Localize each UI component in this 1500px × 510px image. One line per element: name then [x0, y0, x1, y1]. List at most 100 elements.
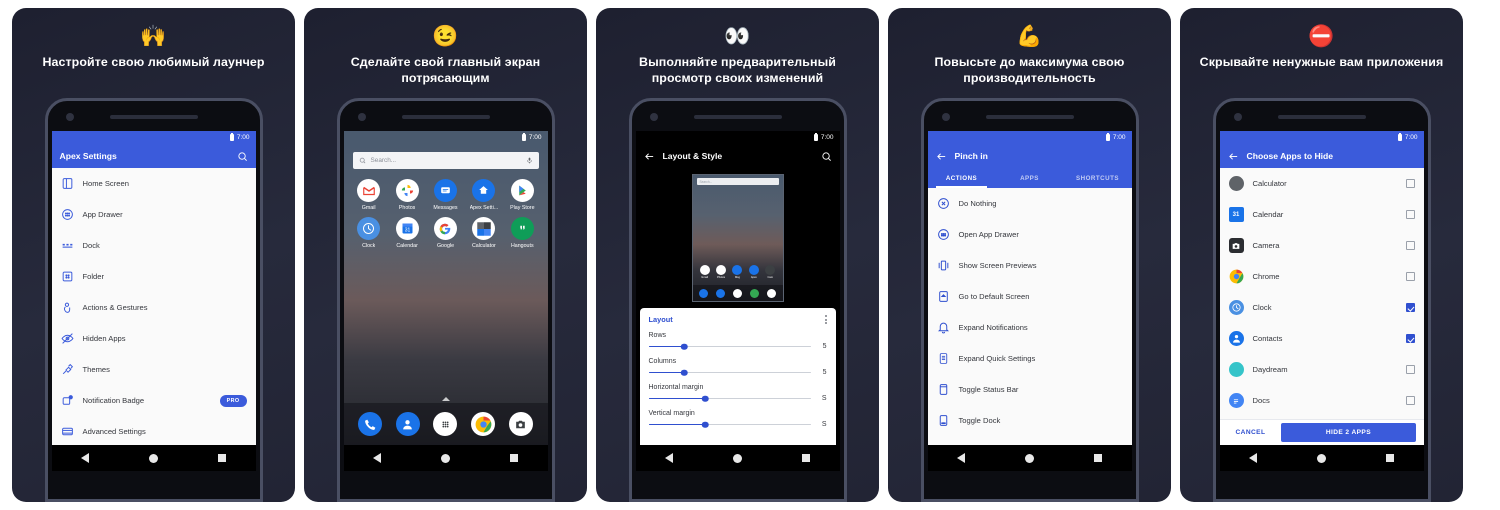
- search-icon[interactable]: [237, 151, 248, 162]
- list-item[interactable]: Docs: [1220, 385, 1424, 416]
- google-search-bar[interactable]: Search...: [352, 152, 539, 169]
- recents-icon[interactable]: [1093, 454, 1102, 462]
- all-apps-icon[interactable]: [433, 412, 458, 436]
- hide-app-checkbox[interactable]: [1405, 303, 1415, 312]
- slider-vertical-margin[interactable]: S: [648, 421, 827, 428]
- list-item[interactable]: Do Nothing: [928, 188, 1132, 219]
- tab-apps[interactable]: APPS: [996, 168, 1064, 188]
- home-app[interactable]: Apex Setti...: [465, 179, 503, 211]
- back-icon[interactable]: [665, 453, 674, 463]
- chrome-icon[interactable]: [471, 412, 496, 436]
- list-item[interactable]: Notification Badge PRO: [52, 385, 256, 416]
- hide-app-checkbox[interactable]: [1405, 210, 1415, 219]
- hide-app-checkbox[interactable]: [1405, 272, 1415, 281]
- dock[interactable]: [343, 403, 548, 445]
- list-item[interactable]: Toggle Dock: [928, 405, 1132, 436]
- app-drawer-handle-icon[interactable]: [441, 397, 450, 401]
- back-icon[interactable]: [373, 453, 382, 463]
- list-item[interactable]: 31 Calendar: [1220, 199, 1424, 230]
- android-nav-bar[interactable]: [343, 445, 548, 471]
- home-app[interactable]: Google: [426, 217, 464, 249]
- home-icon[interactable]: [440, 453, 450, 463]
- slider-track[interactable]: [648, 421, 811, 428]
- list-item[interactable]: Open App Drawer: [928, 219, 1132, 250]
- hide-app-checkbox[interactable]: [1405, 241, 1415, 250]
- android-nav-bar[interactable]: [927, 445, 1132, 471]
- list-item[interactable]: Home Screen: [52, 168, 256, 199]
- slider-knob[interactable]: [701, 395, 709, 402]
- home-app[interactable]: Play Store: [503, 179, 541, 211]
- phone-icon[interactable]: [358, 412, 383, 436]
- android-nav-bar[interactable]: [1219, 445, 1424, 471]
- recents-icon[interactable]: [509, 454, 518, 462]
- home-icon[interactable]: [148, 453, 158, 463]
- recents-icon[interactable]: [1385, 454, 1394, 462]
- recents-icon[interactable]: [217, 454, 226, 462]
- overflow-menu-icon[interactable]: [824, 315, 827, 324]
- android-nav-bar[interactable]: [635, 445, 840, 471]
- contacts-icon[interactable]: [395, 412, 420, 436]
- slider-track[interactable]: [648, 395, 811, 402]
- home-app[interactable]: Clock: [350, 217, 388, 249]
- settings-list[interactable]: Home Screen App Drawer Dock Folder Actio…: [51, 168, 256, 445]
- hide-apps-button[interactable]: HIDE 2 APPS: [1281, 423, 1416, 442]
- home-icon[interactable]: [1316, 453, 1326, 463]
- hide-app-checkbox[interactable]: [1405, 179, 1415, 188]
- slider-columns[interactable]: 5: [648, 369, 827, 376]
- back-arrow-icon[interactable]: [1228, 151, 1239, 162]
- tab-bar[interactable]: ACTIONS APPS SHORTCUTS: [927, 168, 1132, 188]
- tab-shortcuts[interactable]: SHORTCUTS: [1064, 168, 1132, 188]
- slider-knob[interactable]: [680, 369, 688, 376]
- hide-app-checkbox[interactable]: [1405, 396, 1415, 405]
- home-icon[interactable]: [1024, 453, 1034, 463]
- list-item[interactable]: Toggle Status Bar: [928, 374, 1132, 405]
- list-item[interactable]: Chrome: [1220, 261, 1424, 292]
- list-item[interactable]: Daydream: [1220, 354, 1424, 385]
- home-app[interactable]: 31 Calendar: [388, 217, 426, 249]
- slider-rows[interactable]: 5: [648, 343, 827, 350]
- list-item[interactable]: Camera: [1220, 230, 1424, 261]
- camera-icon[interactable]: [508, 412, 533, 436]
- hide-apps-list[interactable]: Calculator 31 Calendar Camera Chrome Clo…: [1219, 168, 1424, 419]
- list-item[interactable]: Dock: [52, 230, 256, 261]
- hide-app-checkbox[interactable]: [1405, 334, 1415, 343]
- tab-actions[interactable]: ACTIONS: [928, 168, 996, 188]
- list-item[interactable]: Show Screen Previews: [928, 250, 1132, 281]
- back-arrow-icon[interactable]: [936, 151, 947, 162]
- microphone-icon[interactable]: [526, 157, 533, 164]
- android-nav-bar[interactable]: [51, 445, 256, 471]
- list-item[interactable]: Folder: [52, 261, 256, 292]
- list-item[interactable]: Themes: [52, 354, 256, 385]
- slider-track[interactable]: [648, 343, 811, 350]
- list-item[interactable]: Start Search: [928, 436, 1132, 445]
- list-item[interactable]: Calculator: [1220, 168, 1424, 199]
- slider-horizontal-margin[interactable]: S: [648, 395, 827, 402]
- list-item[interactable]: Advanced Settings: [52, 416, 256, 445]
- cancel-button[interactable]: CANCEL: [1228, 429, 1274, 436]
- back-icon[interactable]: [1249, 453, 1258, 463]
- home-app[interactable]: Photos: [388, 179, 426, 211]
- hide-app-checkbox[interactable]: [1405, 365, 1415, 374]
- list-item[interactable]: Expand Quick Settings: [928, 343, 1132, 374]
- back-arrow-icon[interactable]: [644, 151, 655, 162]
- app-grid[interactable]: Gmail Photos Messages Apex Setti... Play…: [344, 169, 548, 249]
- list-item[interactable]: App Drawer: [52, 199, 256, 230]
- slider-knob[interactable]: [701, 421, 709, 428]
- list-item[interactable]: Actions & Gestures: [52, 292, 256, 323]
- actions-list[interactable]: Do Nothing Open App Drawer Show Screen P…: [927, 188, 1132, 445]
- slider-knob[interactable]: [680, 343, 688, 350]
- back-icon[interactable]: [957, 453, 966, 463]
- list-item[interactable]: Expand Notifications: [928, 312, 1132, 343]
- back-icon[interactable]: [81, 453, 90, 463]
- home-app[interactable]: Hangouts: [503, 217, 541, 249]
- home-app[interactable]: Messages: [426, 179, 464, 211]
- list-item[interactable]: Contacts: [1220, 323, 1424, 354]
- list-item[interactable]: Hidden Apps: [52, 323, 256, 354]
- list-item[interactable]: Go to Default Screen: [928, 281, 1132, 312]
- slider-track[interactable]: [648, 369, 811, 376]
- home-icon[interactable]: [732, 453, 742, 463]
- search-icon[interactable]: [821, 151, 832, 162]
- list-item[interactable]: Clock: [1220, 292, 1424, 323]
- home-app[interactable]: Calculator: [465, 217, 503, 249]
- recents-icon[interactable]: [801, 454, 810, 462]
